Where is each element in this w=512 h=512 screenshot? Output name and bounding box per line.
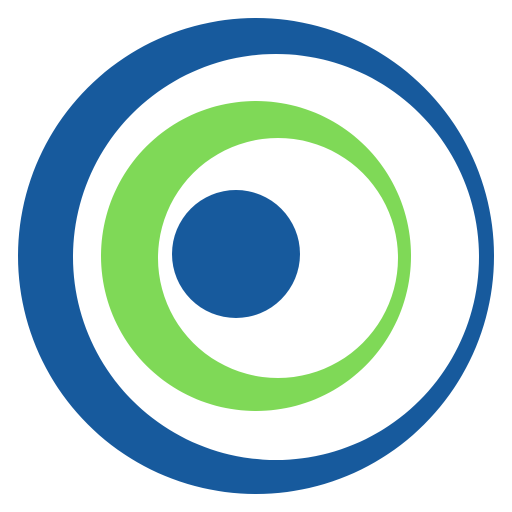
inner-dot-shape [172, 190, 300, 318]
concentric-circles-logo-icon [18, 18, 495, 495]
app-icon-canvas [0, 0, 512, 512]
